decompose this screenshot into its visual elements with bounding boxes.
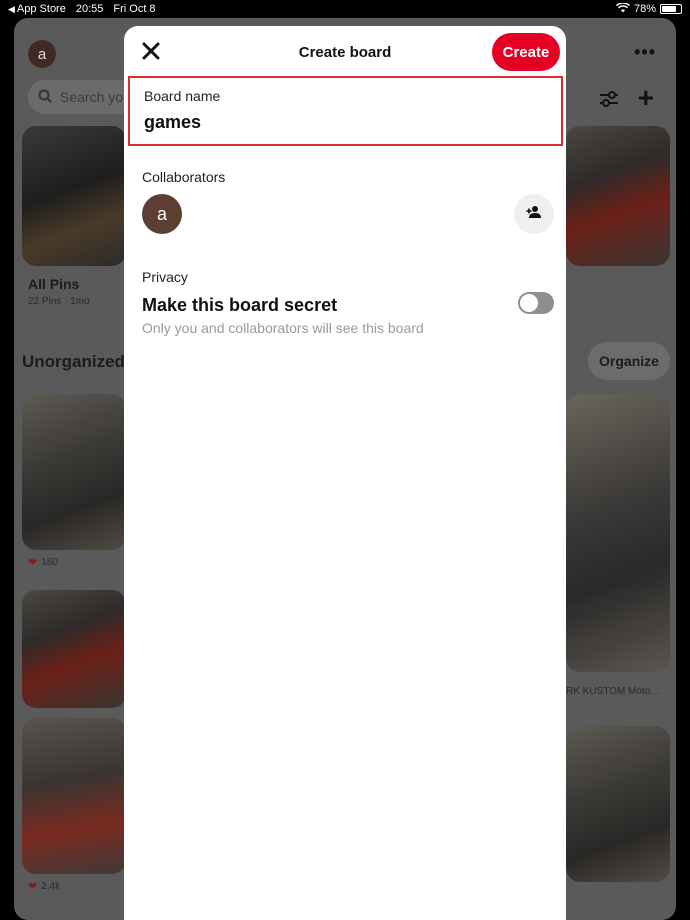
section-title: Unorganized xyxy=(22,352,125,371)
pin-reactions: ❤ 180 xyxy=(28,556,58,569)
pin-image[interactable] xyxy=(22,718,126,874)
pin-reaction-count: 2.4k xyxy=(41,881,61,892)
collaborators-label: Collaborators xyxy=(142,169,226,185)
organize-button[interactable]: Organize xyxy=(588,342,670,380)
pin-reaction-count: 180 xyxy=(41,557,58,568)
all-pins-count: 22 Pins 1mo xyxy=(28,296,90,307)
modal-title: Create board xyxy=(298,43,392,61)
status-bar: ◀ App Store 20:55 Fri Oct 8 78% xyxy=(0,0,690,18)
secret-description: Only you and collaborators will see this… xyxy=(142,320,424,336)
board-cover-right[interactable] xyxy=(566,126,670,266)
create-button[interactable]: Create xyxy=(492,33,560,71)
status-time: 20:55 xyxy=(75,3,104,15)
pin-reactions: ❤ 2.4k xyxy=(28,880,60,893)
back-to-app-link[interactable]: ◀ App Store xyxy=(8,3,66,15)
privacy-label: Privacy xyxy=(142,269,188,285)
back-app-label: App Store xyxy=(16,3,66,15)
wifi-icon xyxy=(615,1,630,16)
battery-percent: 78% xyxy=(633,3,656,15)
search-placeholder: Search yo xyxy=(60,89,124,105)
collaborator-avatar[interactable]: a xyxy=(142,194,182,234)
plus-icon[interactable]: + xyxy=(638,82,654,114)
modal-header: Create board Create xyxy=(124,26,566,78)
secret-title: Make this board secret xyxy=(142,295,338,315)
avatar[interactable]: a xyxy=(28,40,56,68)
heart-icon: ❤ xyxy=(28,881,38,893)
all-pins-age: 1mo xyxy=(70,296,90,307)
board-name-input[interactable] xyxy=(144,112,547,133)
pin-image[interactable] xyxy=(22,590,126,708)
pin-image[interactable] xyxy=(22,394,126,550)
create-board-modal: Create board Create Board name Collabora… xyxy=(124,26,566,920)
filter-icon[interactable] xyxy=(598,88,620,110)
all-pins-cover[interactable] xyxy=(22,126,126,266)
toggle-knob xyxy=(520,294,538,312)
pin-image[interactable] xyxy=(566,394,670,672)
more-icon[interactable]: ••• xyxy=(634,42,656,63)
secret-toggle[interactable] xyxy=(518,292,554,314)
board-name-label: Board name xyxy=(144,88,221,104)
pin-image[interactable] xyxy=(566,726,670,882)
board-name-field[interactable]: Board name xyxy=(128,76,563,146)
back-arrow-icon: ◀ xyxy=(8,3,15,14)
heart-icon: ❤ xyxy=(28,557,38,569)
add-person-icon xyxy=(526,205,542,224)
close-icon[interactable] xyxy=(140,40,162,62)
battery-level xyxy=(662,6,677,12)
search-icon xyxy=(38,89,52,106)
battery-icon xyxy=(660,4,682,14)
add-collaborator-button[interactable] xyxy=(514,194,554,234)
all-pins-count-text: 22 Pins xyxy=(28,296,62,307)
status-date: Fri Oct 8 xyxy=(113,3,156,15)
all-pins-title: All Pins xyxy=(28,276,80,292)
pin-caption: RK KUSTOM Moto... xyxy=(566,686,659,697)
